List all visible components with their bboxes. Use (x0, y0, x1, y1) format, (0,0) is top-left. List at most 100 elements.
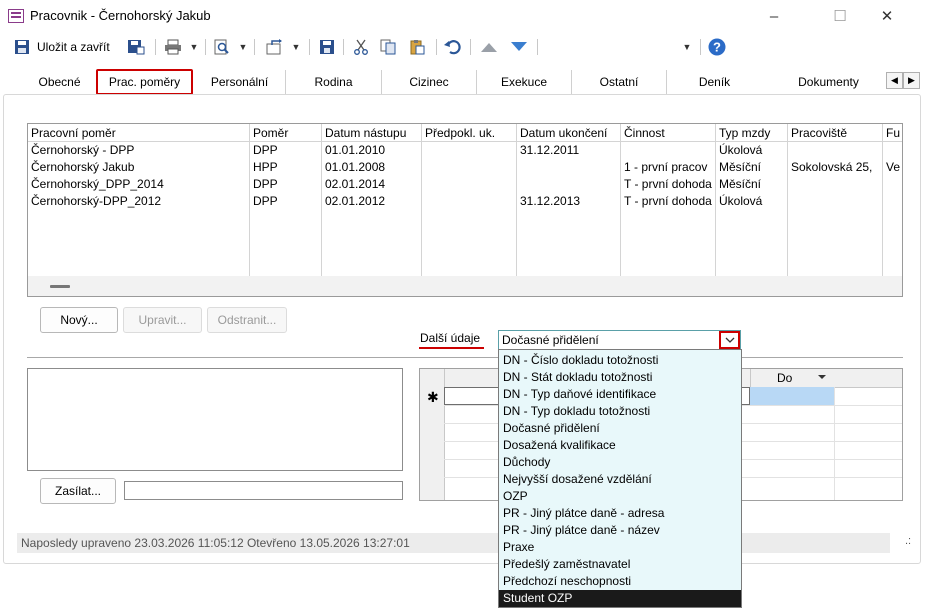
save-close-button[interactable]: Uložit a zavřít (37, 40, 110, 54)
close-button[interactable]: ✕ (864, 0, 910, 32)
copy-icon[interactable] (377, 37, 399, 57)
tab-scroll-right-icon[interactable]: ▶ (903, 72, 920, 89)
table-cell[interactable] (422, 193, 517, 210)
save-as-icon[interactable] (125, 37, 147, 57)
table-cell[interactable]: Černohorský - DPP (28, 142, 250, 159)
table-cell[interactable] (517, 176, 621, 193)
dropdown-option[interactable]: DN - Typ dokladu totožnosti (499, 403, 741, 420)
tab-ostatni[interactable]: Ostatní (572, 70, 667, 94)
dropdown-option[interactable]: Nejvyšší dosažené vzdělání (499, 471, 741, 488)
table-cell[interactable]: DPP (250, 193, 322, 210)
cut-icon[interactable] (350, 37, 372, 57)
tab-personalni[interactable]: Personální (194, 70, 286, 94)
table-cell[interactable]: DPP (250, 176, 322, 193)
toolbar-dropdown-chevron-icon[interactable]: ▼ (680, 37, 694, 57)
table-cell[interactable] (883, 142, 902, 159)
scroll-handle[interactable] (50, 285, 70, 288)
dropdown-option[interactable]: DN - Stát dokladu totožnosti (499, 369, 741, 386)
column-header[interactable]: Typ mzdy (716, 124, 788, 142)
minimize-button[interactable]: – (751, 0, 797, 32)
table-cell[interactable] (788, 142, 883, 159)
column-header[interactable]: Datum nástupu (322, 124, 422, 142)
table-cell[interactable] (621, 142, 716, 159)
export-dropdown-chevron-icon[interactable]: ▼ (290, 37, 302, 57)
table-cell[interactable]: HPP (250, 159, 322, 176)
dropdown-option[interactable]: Praxe (499, 539, 741, 556)
table-cell[interactable]: Černohorský-DPP_2012 (28, 193, 250, 210)
delete-button[interactable]: Odstranit... (207, 307, 287, 333)
table-cell[interactable]: Ve (883, 159, 902, 176)
dropdown-option[interactable]: OZP (499, 488, 741, 505)
table-cell[interactable] (517, 159, 621, 176)
save-all-icon[interactable] (316, 37, 338, 57)
table-cell[interactable]: 02.01.2014 (322, 176, 422, 193)
dropdown-option[interactable]: Dosažená kvalifikace (499, 437, 741, 454)
maximize-button[interactable]: ☐ (817, 0, 863, 32)
tab-prac-pomery[interactable]: Prac. poměry (96, 69, 193, 95)
new-button[interactable]: Nový... (40, 307, 118, 333)
table-cell[interactable] (788, 193, 883, 210)
dropdown-option[interactable]: PR - Jiný plátce daně - název (499, 522, 741, 539)
table-cell[interactable]: Černohorský Jakub (28, 159, 250, 176)
table-cell[interactable] (883, 176, 902, 193)
table-cell[interactable]: Úkolová (716, 193, 788, 210)
chevron-down-icon[interactable] (719, 331, 740, 349)
table-cell[interactable] (422, 142, 517, 159)
up-icon[interactable] (478, 37, 500, 57)
table-cell[interactable]: 31.12.2013 (517, 193, 621, 210)
table-cell[interactable]: 01.01.2010 (322, 142, 422, 159)
send-input[interactable] (124, 481, 403, 500)
column-header[interactable]: Předpokl. uk. (422, 124, 517, 142)
table-cell[interactable]: Sokolovská 25, (788, 159, 883, 176)
table-cell[interactable] (750, 387, 834, 405)
tab-scroll-left-icon[interactable]: ◀ (886, 72, 903, 89)
column-header[interactable]: Pracoviště (788, 124, 883, 142)
column-header[interactable]: Pracovní poměr (28, 124, 250, 142)
column-header[interactable]: Poměr (250, 124, 322, 142)
dropdown-option-selected[interactable]: Student OZP (499, 590, 741, 607)
grid-scrollbar[interactable] (28, 276, 902, 296)
tab-cizinec[interactable]: Cizinec (382, 70, 477, 94)
table-cell[interactable] (883, 193, 902, 210)
table-cell[interactable] (422, 159, 517, 176)
preview-icon[interactable] (211, 37, 233, 57)
dropdown-option[interactable]: DN - Typ daňové identifikace (499, 386, 741, 403)
export-icon[interactable] (264, 37, 286, 57)
dropdown-option[interactable]: Předešlý zaměstnavatel (499, 556, 741, 573)
print-icon[interactable] (162, 37, 184, 57)
paste-icon[interactable] (406, 37, 428, 57)
note-textbox[interactable] (27, 368, 403, 471)
preview-dropdown-chevron-icon[interactable]: ▼ (237, 37, 249, 57)
save-icon[interactable] (12, 37, 32, 57)
print-dropdown-chevron-icon[interactable]: ▼ (188, 37, 200, 57)
dropdown-option[interactable]: DN - Číslo dokladu totožnosti (499, 352, 741, 369)
dalsi-udaje-dropdown-list[interactable]: DN - Číslo dokladu totožnosti DN - Stát … (498, 349, 742, 608)
sort-arrow-icon[interactable] (818, 375, 826, 379)
column-header[interactable]: Činnost (621, 124, 716, 142)
table-cell[interactable]: 01.01.2008 (322, 159, 422, 176)
table-cell[interactable]: T - první dohoda (621, 193, 716, 210)
table-cell[interactable]: Měsíční (716, 176, 788, 193)
tab-rodina[interactable]: Rodina (286, 70, 382, 94)
table-cell[interactable]: 1 - první pracov (621, 159, 716, 176)
undo-icon[interactable] (442, 37, 464, 57)
help-icon[interactable]: ? (707, 37, 727, 57)
dropdown-option[interactable]: Důchody (499, 454, 741, 471)
tab-exekuce[interactable]: Exekuce (477, 70, 572, 94)
table-cell[interactable]: 02.01.2012 (322, 193, 422, 210)
table-cell[interactable]: 31.12.2011 (517, 142, 621, 159)
employment-grid[interactable]: Pracovní poměr Poměr Datum nástupu Předp… (27, 123, 903, 297)
table-cell[interactable]: T - první dohoda (621, 176, 716, 193)
tab-denik[interactable]: Deník (667, 70, 762, 94)
tab-dokumenty[interactable]: Dokumenty (776, 70, 881, 94)
send-button[interactable]: Zasílat... (40, 478, 116, 504)
dropdown-option[interactable]: PR - Jiný plátce daně - adresa (499, 505, 741, 522)
table-cell[interactable]: Černohorský_DPP_2014 (28, 176, 250, 193)
table-cell[interactable] (788, 176, 883, 193)
column-header[interactable]: Fu (883, 124, 902, 142)
down-icon[interactable] (508, 37, 530, 57)
table-cell[interactable] (422, 176, 517, 193)
table-cell[interactable]: Měsíční (716, 159, 788, 176)
table-cell[interactable]: Úkolová (716, 142, 788, 159)
resize-grip-icon[interactable]: .: (905, 535, 911, 547)
